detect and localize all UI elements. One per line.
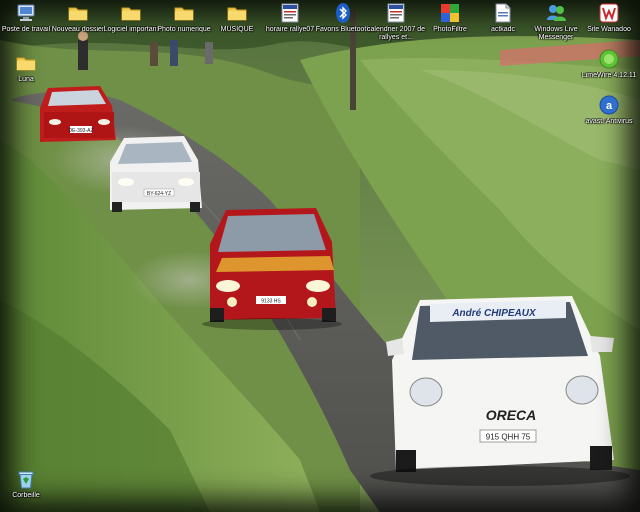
car-4-plate: 915 QHH 75 <box>486 433 531 442</box>
car-1-plate: DE-393-AZ <box>68 128 93 134</box>
folder-icon <box>227 7 247 21</box>
icon-label: Corbeille <box>12 492 40 499</box>
car-2: BY-624-YZ <box>110 136 202 212</box>
car-3-plate: 9133 HS <box>261 299 281 305</box>
car-3: 9133 HS <box>210 208 336 322</box>
folder-icon <box>16 57 36 71</box>
desktop-icon-luna[interactable]: Luna <box>0 52 64 84</box>
svg-text:a: a <box>606 100 613 112</box>
wanadoo-icon <box>599 3 619 23</box>
document-icon <box>387 3 405 23</box>
desktop-icon-avast-antivirus[interactable]: a avast! Antivirus <box>571 94 640 126</box>
document-icon <box>281 3 299 23</box>
desktop-icon-corbeille[interactable]: Corbeille <box>0 468 64 500</box>
document-icon <box>495 3 511 23</box>
desktop-icon-site-wanadoo[interactable]: Site Wanadoo <box>571 2 640 34</box>
recycle-bin-icon <box>18 471 34 489</box>
messenger-icon <box>547 5 566 21</box>
icon-label: LimeWire 4.12.11 <box>581 72 637 79</box>
folder-icon <box>68 7 88 21</box>
desktop-icon-limewire[interactable]: LimeWire 4.12.11 <box>571 48 640 80</box>
car-4-banner: André CHIPEAUX <box>451 308 537 319</box>
car-4: André CHIPEAUX ORECA 915 QHH 75 <box>386 296 614 472</box>
icon-label: Luna <box>18 76 34 83</box>
computer-icon <box>17 4 35 21</box>
photofiltre-icon <box>441 4 459 22</box>
limewire-icon <box>599 49 619 69</box>
folder-icon <box>121 7 141 21</box>
avast-icon: a <box>599 95 619 115</box>
desktop: DE-393-AZ BY-624-YZ 9133 HS André CHIPEA… <box>0 0 640 512</box>
folder-icon <box>174 7 194 21</box>
icon-label: avast! Antivirus <box>585 118 633 125</box>
wallpaper-rally-photo: DE-393-AZ BY-624-YZ 9133 HS André CHIPEA… <box>0 0 640 512</box>
bluetooth-icon <box>336 3 350 23</box>
icon-label: Site Wanadoo <box>587 26 631 33</box>
car-1: DE-393-AZ <box>40 86 116 142</box>
car-4-sponsor: ORECA <box>486 407 537 423</box>
car-2-plate: BY-624-YZ <box>147 191 171 197</box>
